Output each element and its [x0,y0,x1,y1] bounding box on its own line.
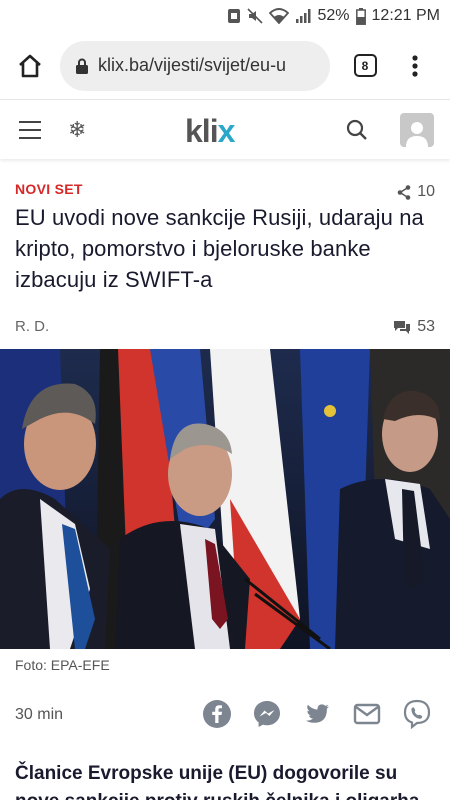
user-icon [406,122,428,147]
article-lead: Članice Evropske unije (EU) dogovorile s… [15,763,419,800]
home-icon [19,54,41,77]
browser-toolbar: klix.ba/vijesti/svijet/eu-u 8 [0,32,450,100]
share-counter[interactable]: 10 [397,183,435,201]
snowflake-icon[interactable]: ❄ [68,117,86,143]
address-bar[interactable]: klix.ba/vijesti/svijet/eu-u [60,40,330,91]
photo-illustration [0,349,450,649]
publish-time: 30 min [15,706,64,723]
comments-icon [394,320,411,334]
status-bar: 52% 12:21 PM [0,0,450,32]
user-avatar[interactable] [400,113,434,147]
tab-count: 8 [353,54,377,77]
more-vert-icon [412,54,418,77]
url-text: klix.ba/vijesti/svijet/eu-u [98,55,287,75]
battery-icon [355,7,366,25]
home-button[interactable] [0,32,60,100]
clock: 12:21 PM [371,7,440,24]
menu-icon[interactable] [19,121,41,139]
tab-switcher-button[interactable]: 8 [330,32,400,100]
comments-counter[interactable]: 53 [393,318,435,336]
mute-icon [247,8,264,24]
email-icon[interactable] [352,699,382,729]
wifi-icon [269,8,290,24]
viber-icon[interactable] [402,699,432,729]
share-count-value: 10 [417,183,435,200]
lock-icon [76,58,88,74]
messenger-icon[interactable] [252,699,282,729]
twitter-icon[interactable] [302,699,332,729]
article-author: R. D. [15,318,50,335]
facebook-icon[interactable] [202,699,232,729]
search-icon[interactable] [346,119,368,146]
article-headline: EU uvodi nove sankcije Rusiji, udaraju n… [15,205,424,292]
article-kicker: NOVI SET [15,181,83,197]
signal-icon [295,8,311,24]
site-header: ❄ klix [0,101,450,159]
share-icon [397,184,411,200]
site-logo[interactable]: klix [185,113,235,150]
photo-caption: Foto: EPA-EFE [15,657,110,673]
share-buttons [202,699,432,729]
sim-icon [227,8,241,24]
comment-count-value: 53 [417,318,435,335]
browser-menu-button[interactable] [400,32,430,100]
article-photo[interactable] [0,349,450,649]
battery-percent: 52% [317,7,350,24]
